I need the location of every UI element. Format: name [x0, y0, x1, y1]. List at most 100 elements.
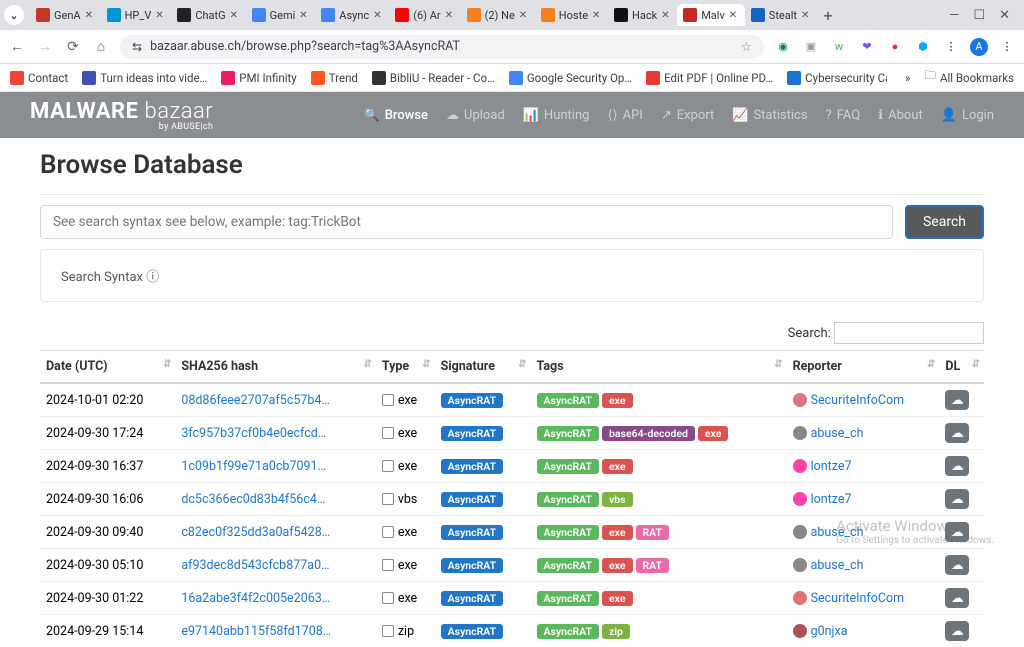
tag-pill[interactable]: AsyncRAT — [537, 492, 599, 507]
reload-button[interactable]: ⟳ — [64, 39, 82, 55]
nav-about[interactable]: ℹAbout — [878, 108, 923, 123]
tab-close-icon[interactable]: ✕ — [373, 10, 383, 20]
site-info-icon[interactable]: ⇆ — [132, 40, 142, 54]
site-logo[interactable]: MALWARE bazaar by ABUSE|ch — [30, 99, 213, 132]
datatable-search-input[interactable] — [834, 322, 984, 344]
hash-link[interactable]: e97140abb115f58fd1708… — [181, 624, 331, 639]
tag-pill[interactable]: AsyncRAT — [537, 459, 599, 474]
nav-faq[interactable]: ?FAQ — [826, 108, 861, 123]
reporter-link[interactable]: SecuriteInfoCom — [811, 591, 904, 606]
bookmark-item[interactable]: BibliU - Reader - Co… — [372, 71, 495, 85]
tag-pill[interactable]: AsyncRAT — [537, 393, 599, 408]
signature-pill[interactable]: AsyncRAT — [441, 591, 503, 606]
download-button[interactable]: ☁ — [945, 621, 969, 641]
extension-icon-3[interactable]: w — [830, 38, 848, 56]
hash-link[interactable]: 08d86feee2707af5c57b4f… — [181, 393, 331, 408]
reporter-link[interactable]: SecuriteInfoCom — [811, 393, 904, 408]
extension-icon-5[interactable]: ● — [886, 38, 904, 56]
search-syntax-panel[interactable]: Search Syntax ⓘ — [40, 249, 984, 302]
nav-statistics[interactable]: 📈Statistics — [732, 108, 807, 123]
browser-tab[interactable]: Hoste✕ — [535, 4, 608, 26]
download-button[interactable]: ☁ — [945, 456, 969, 476]
maximize-button[interactable]: ☐ — [973, 8, 985, 23]
nav-browse[interactable]: 🔍Browse — [364, 108, 429, 123]
new-tab-button[interactable]: + — [817, 6, 839, 25]
tag-pill[interactable]: AsyncRAT — [537, 525, 599, 540]
tag-pill[interactable]: AsyncRAT — [537, 624, 599, 639]
download-button[interactable]: ☁ — [945, 588, 969, 608]
tab-close-icon[interactable]: ✕ — [230, 10, 240, 20]
reporter-link[interactable]: g0njxa — [811, 624, 848, 639]
browser-tab[interactable]: Async✕ — [315, 4, 389, 26]
col-header[interactable]: Type⇵ — [376, 351, 435, 384]
hash-link[interactable]: c82ec0f325dd3a0af5428… — [181, 525, 330, 540]
forward-button[interactable]: → — [36, 38, 54, 55]
profile-avatar[interactable]: A — [970, 38, 988, 56]
tag-pill[interactable]: base64-decoded — [602, 426, 695, 441]
browser-tab[interactable]: (6) Ar✕ — [389, 4, 460, 26]
hash-link[interactable]: 3fc957b37cf0b4e0ecfcde… — [181, 426, 331, 441]
tab-close-icon[interactable]: ✕ — [729, 10, 739, 20]
reporter-link[interactable]: lontze7 — [811, 492, 852, 507]
tab-close-icon[interactable]: ✕ — [85, 10, 95, 20]
bookmark-item[interactable]: Trend — [311, 71, 358, 85]
tag-pill[interactable]: AsyncRAT — [537, 558, 599, 573]
hash-link[interactable]: 1c09b1f99e71a0cb70911… — [181, 459, 331, 474]
browser-tab[interactable]: HP_V✕ — [101, 4, 172, 26]
bookmark-item[interactable]: Cybersecurity Capst… — [787, 71, 887, 85]
nav-export[interactable]: ↗Export — [661, 108, 714, 123]
bookmarks-overflow[interactable]: » — [905, 71, 910, 85]
bookmark-item[interactable]: PMI Infinity — [221, 71, 296, 85]
col-header[interactable]: DL⇵ — [939, 351, 984, 384]
tab-close-icon[interactable]: ✕ — [592, 10, 602, 20]
tag-pill[interactable]: zip — [602, 624, 630, 639]
tag-pill[interactable]: exe — [602, 525, 633, 540]
signature-pill[interactable]: AsyncRAT — [441, 459, 503, 474]
nav-hunting[interactable]: 📊Hunting — [523, 108, 590, 123]
download-button[interactable]: ☁ — [945, 489, 969, 509]
signature-pill[interactable]: AsyncRAT — [441, 624, 503, 639]
tag-pill[interactable]: exe — [698, 426, 729, 441]
hash-link[interactable]: dc5c366ec0d83b4f56c48… — [181, 492, 331, 507]
nav-upload[interactable]: ☁Upload — [446, 108, 505, 123]
bookmark-item[interactable]: Google Security Op… — [509, 71, 632, 85]
col-header[interactable]: Tags⇵ — [531, 351, 787, 384]
tag-pill[interactable]: vbs — [602, 492, 633, 507]
hash-link[interactable]: af93dec8d543cfcb877a0… — [181, 558, 329, 573]
col-header[interactable]: Date (UTC)⇵ — [40, 351, 175, 384]
bookmark-item[interactable]: Turn ideas into vide… — [82, 71, 207, 85]
bookmark-item[interactable]: Edit PDF | Online PD… — [646, 71, 773, 85]
reporter-link[interactable]: abuse_ch — [811, 525, 864, 540]
nav-api[interactable]: ⟨⟩API — [607, 108, 642, 123]
extension-icon-4[interactable]: ❤ — [858, 38, 876, 56]
tag-pill[interactable]: exe — [602, 558, 633, 573]
bookmark-star-icon[interactable]: ☆ — [741, 39, 752, 55]
tag-pill[interactable]: exe — [602, 459, 633, 474]
download-button[interactable]: ☁ — [945, 390, 969, 410]
home-button[interactable]: ⌂ — [92, 38, 110, 55]
chrome-menu-icon[interactable]: ⋮ — [998, 38, 1016, 56]
signature-pill[interactable]: AsyncRAT — [441, 393, 503, 408]
nav-login[interactable]: 👤Login — [941, 108, 994, 123]
tag-pill[interactable]: RAT — [636, 525, 670, 540]
extensions-menu-icon[interactable]: ⋮ — [942, 38, 960, 56]
close-window-button[interactable]: ✕ — [999, 8, 1010, 23]
address-bar[interactable]: ⇆ bazaar.abuse.ch/browse.php?search=tag%… — [120, 35, 764, 59]
all-bookmarks-button[interactable]: 🗀 All Bookmarks — [924, 68, 1014, 87]
tag-pill[interactable]: RAT — [636, 558, 670, 573]
signature-pill[interactable]: AsyncRAT — [441, 525, 503, 540]
download-button[interactable]: ☁ — [945, 522, 969, 542]
search-input[interactable] — [40, 205, 893, 239]
tag-pill[interactable]: exe — [602, 393, 633, 408]
browser-tab[interactable]: ChatG✕ — [171, 4, 245, 26]
browser-tab[interactable]: Malv✕ — [677, 4, 745, 26]
col-header[interactable]: Signature⇵ — [435, 351, 531, 384]
search-button[interactable]: Search — [905, 205, 984, 239]
signature-pill[interactable]: AsyncRAT — [441, 492, 503, 507]
back-button[interactable]: ← — [8, 38, 26, 55]
bookmark-item[interactable]: Contact — [10, 71, 68, 85]
download-button[interactable]: ☁ — [945, 555, 969, 575]
browser-tab[interactable]: GenA✕ — [30, 4, 101, 26]
browser-tab[interactable]: (2) Ne✕ — [461, 4, 535, 26]
extension-icon-1[interactable]: ◉ — [774, 38, 792, 56]
